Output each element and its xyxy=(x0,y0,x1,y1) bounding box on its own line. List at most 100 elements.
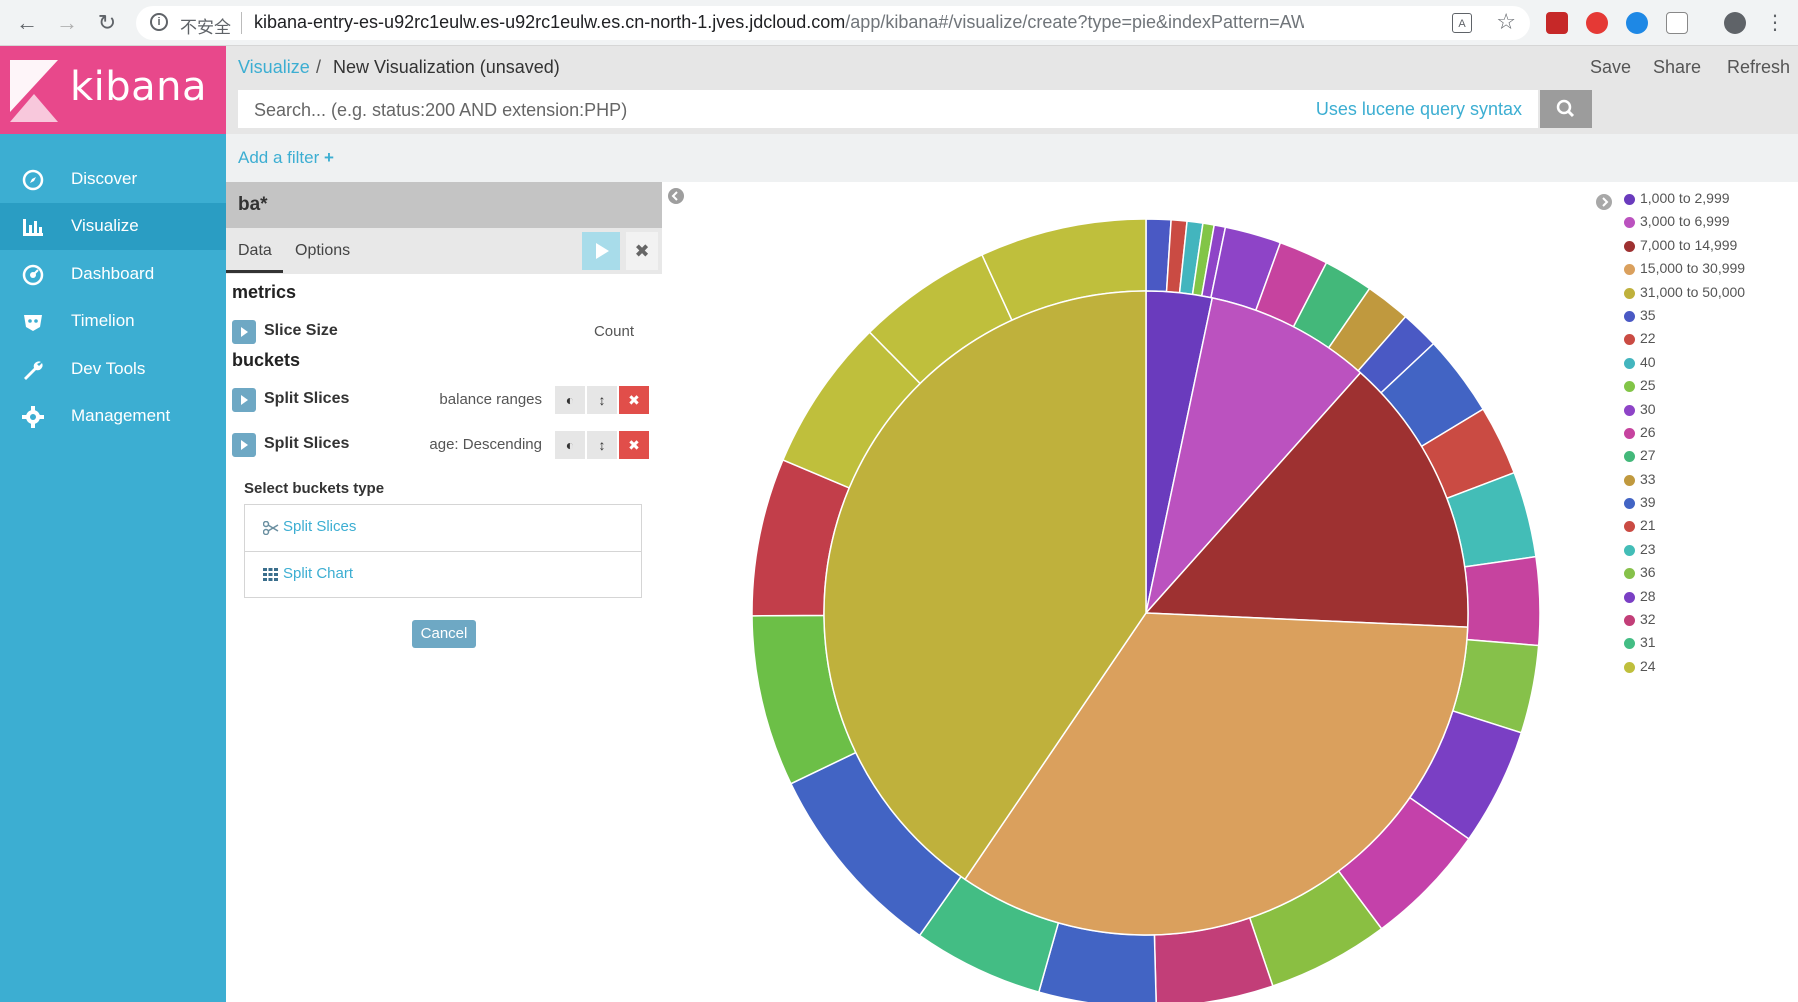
browser-toolbar: ← → ↻ i 不安全 kibana-entry-es-u92rc1eulw.e… xyxy=(0,0,1798,46)
agg-name: Split Slices xyxy=(264,390,350,407)
url-host: kibana-entry-es-u92rc1eulw.es-u92rc1eulw… xyxy=(254,12,846,32)
back-icon[interactable]: ← xyxy=(14,10,40,36)
remove-agg-button[interactable]: ✖ xyxy=(619,386,649,414)
option-split-slices[interactable]: Split Slices xyxy=(245,505,641,551)
buckets-heading: buckets xyxy=(232,350,301,370)
legend-label: 1,000 to 2,999 xyxy=(1640,190,1730,206)
remove-icon: ✖ xyxy=(628,437,640,453)
legend-label: 23 xyxy=(1640,540,1656,557)
share-button[interactable]: Share xyxy=(1653,57,1701,78)
breadcrumb-separator: / xyxy=(316,57,322,77)
outer-slice-13[interactable] xyxy=(1463,555,1541,647)
sidebar-item-label: Visualize xyxy=(71,216,139,235)
legend-label: 27 xyxy=(1640,447,1656,464)
save-button[interactable]: Save xyxy=(1590,57,1631,78)
legend-swatch xyxy=(1624,194,1635,205)
metrics-heading: metrics xyxy=(232,282,297,302)
legend-swatch xyxy=(1624,310,1635,322)
legend-swatch xyxy=(1624,521,1635,533)
legend-swatch xyxy=(1624,404,1635,416)
legend-swatch xyxy=(1624,240,1635,252)
apply-changes-button[interactable] xyxy=(582,232,620,270)
tab-options[interactable]: Options xyxy=(295,242,350,260)
profile-icon[interactable] xyxy=(1724,12,1746,34)
extension-4-icon[interactable] xyxy=(1666,12,1688,34)
bar-chart-icon xyxy=(23,219,43,236)
tab-data[interactable]: Data xyxy=(238,242,272,260)
extension-3-icon[interactable] xyxy=(1626,12,1648,34)
legend-label: 40 xyxy=(1640,353,1656,370)
option-split-chart[interactable]: Split Chart xyxy=(245,552,641,598)
lucene-syntax-link[interactable]: Uses lucene query syntax xyxy=(1316,99,1522,120)
bookmark-star-icon[interactable]: ☆ xyxy=(1496,9,1516,35)
legend-swatch xyxy=(1624,591,1635,603)
legend-label: 32 xyxy=(1640,611,1656,628)
kibana-logo[interactable]: kibana xyxy=(0,46,226,134)
translate-icon[interactable]: A xyxy=(1452,13,1472,33)
sidebar-item-timelion[interactable]: Timelion xyxy=(0,298,226,345)
discard-changes-button[interactable]: ✖ xyxy=(626,232,658,270)
drag-icon: ↕ xyxy=(598,437,606,453)
sidebar-item-label: Dev Tools xyxy=(71,359,146,378)
breadcrumb-visualize[interactable]: Visualize xyxy=(238,57,310,78)
expand-toggle-icon[interactable] xyxy=(232,433,256,457)
index-pattern-title: ba* xyxy=(226,182,662,228)
sidebar-item-management[interactable]: Management xyxy=(0,393,226,440)
search-button[interactable] xyxy=(1540,90,1592,128)
menu-icon[interactable]: ⋮ xyxy=(1762,10,1788,36)
close-icon: ✖ xyxy=(634,241,650,261)
agg-description: age: Descending xyxy=(429,436,542,453)
add-filter-button[interactable]: Add a filter + xyxy=(238,148,334,168)
legend-label: 31 xyxy=(1640,634,1656,651)
pie-chart xyxy=(751,218,1541,1002)
top-nav-bar: Visualize / New Visualization (unsaved) … xyxy=(226,46,1798,90)
legend-swatch xyxy=(1624,357,1635,369)
search-box: Uses lucene query syntax xyxy=(238,90,1538,130)
visualization-area: 1,000 to 2,999 3,000 to 6,999 7,000 to 14,… xyxy=(662,182,1798,1002)
url-text[interactable]: kibana-entry-es-u92rc1eulw.es-u92rc1eulw… xyxy=(254,12,1304,33)
scissors-icon xyxy=(263,521,279,535)
remove-icon: ✖ xyxy=(628,392,640,408)
index-pattern-name: ba* xyxy=(238,194,268,215)
grid-icon xyxy=(263,568,278,581)
forward-icon[interactable]: → xyxy=(54,10,80,36)
agg-name: Split Slices xyxy=(264,435,350,452)
sidebar-item-label: Timelion xyxy=(71,311,135,330)
sidebar-item-label: Management xyxy=(71,406,171,425)
remove-agg-button[interactable]: ✖ xyxy=(619,431,649,459)
address-bar[interactable]: i 不安全 kibana-entry-es-u92rc1eulw.es-u92r… xyxy=(136,6,1530,40)
legend-label: 22 xyxy=(1640,330,1656,347)
toggle-icon: ◐ xyxy=(565,392,575,408)
search-input[interactable] xyxy=(238,90,1256,130)
legend-label: 39 xyxy=(1640,494,1656,511)
legend-toggle-icon[interactable] xyxy=(1596,194,1612,210)
legend-swatch xyxy=(1624,217,1635,229)
legend-label: 3,000 to 6,999 xyxy=(1640,213,1730,230)
vis-editor-sidebar: ba* Data Options ✖ metrics Slice Size Co… xyxy=(226,182,662,1002)
timelion-icon xyxy=(24,315,42,331)
reorder-handle[interactable]: ↕ xyxy=(587,431,617,459)
info-icon[interactable]: i xyxy=(150,13,168,31)
extension-2-icon[interactable] xyxy=(1586,12,1608,34)
editor-tabs: Data Options ✖ xyxy=(226,228,662,274)
option-label: Split Slices xyxy=(283,518,357,535)
app-name: kibana xyxy=(70,64,208,110)
extension-1-icon[interactable] xyxy=(1546,12,1568,34)
expand-toggle-icon[interactable] xyxy=(232,320,256,344)
sidebar-item-label: Discover xyxy=(71,169,138,188)
cancel-button[interactable]: Cancel xyxy=(412,620,476,648)
reload-icon[interactable]: ↻ xyxy=(94,10,120,36)
sidebar-item-discover[interactable]: Discover xyxy=(0,156,226,203)
sidebar-item-visualize[interactable]: Visualize xyxy=(0,203,226,250)
toggle-enable-button[interactable]: ◐ xyxy=(555,386,585,414)
legend-swatch xyxy=(1624,334,1635,346)
sidebar-item-dev-tools[interactable]: Dev Tools xyxy=(0,346,226,393)
sidebar-item-dashboard[interactable]: Dashboard xyxy=(0,251,226,298)
buckets-type-menu: Split Slices Split Chart xyxy=(244,504,642,598)
refresh-button[interactable]: Refresh xyxy=(1727,57,1790,78)
toggle-enable-button[interactable]: ◐ xyxy=(555,431,585,459)
legend-swatch xyxy=(1624,451,1635,463)
expand-toggle-icon[interactable] xyxy=(232,388,256,412)
legend-label: 30 xyxy=(1640,400,1656,417)
reorder-handle[interactable]: ↕ xyxy=(587,386,617,414)
